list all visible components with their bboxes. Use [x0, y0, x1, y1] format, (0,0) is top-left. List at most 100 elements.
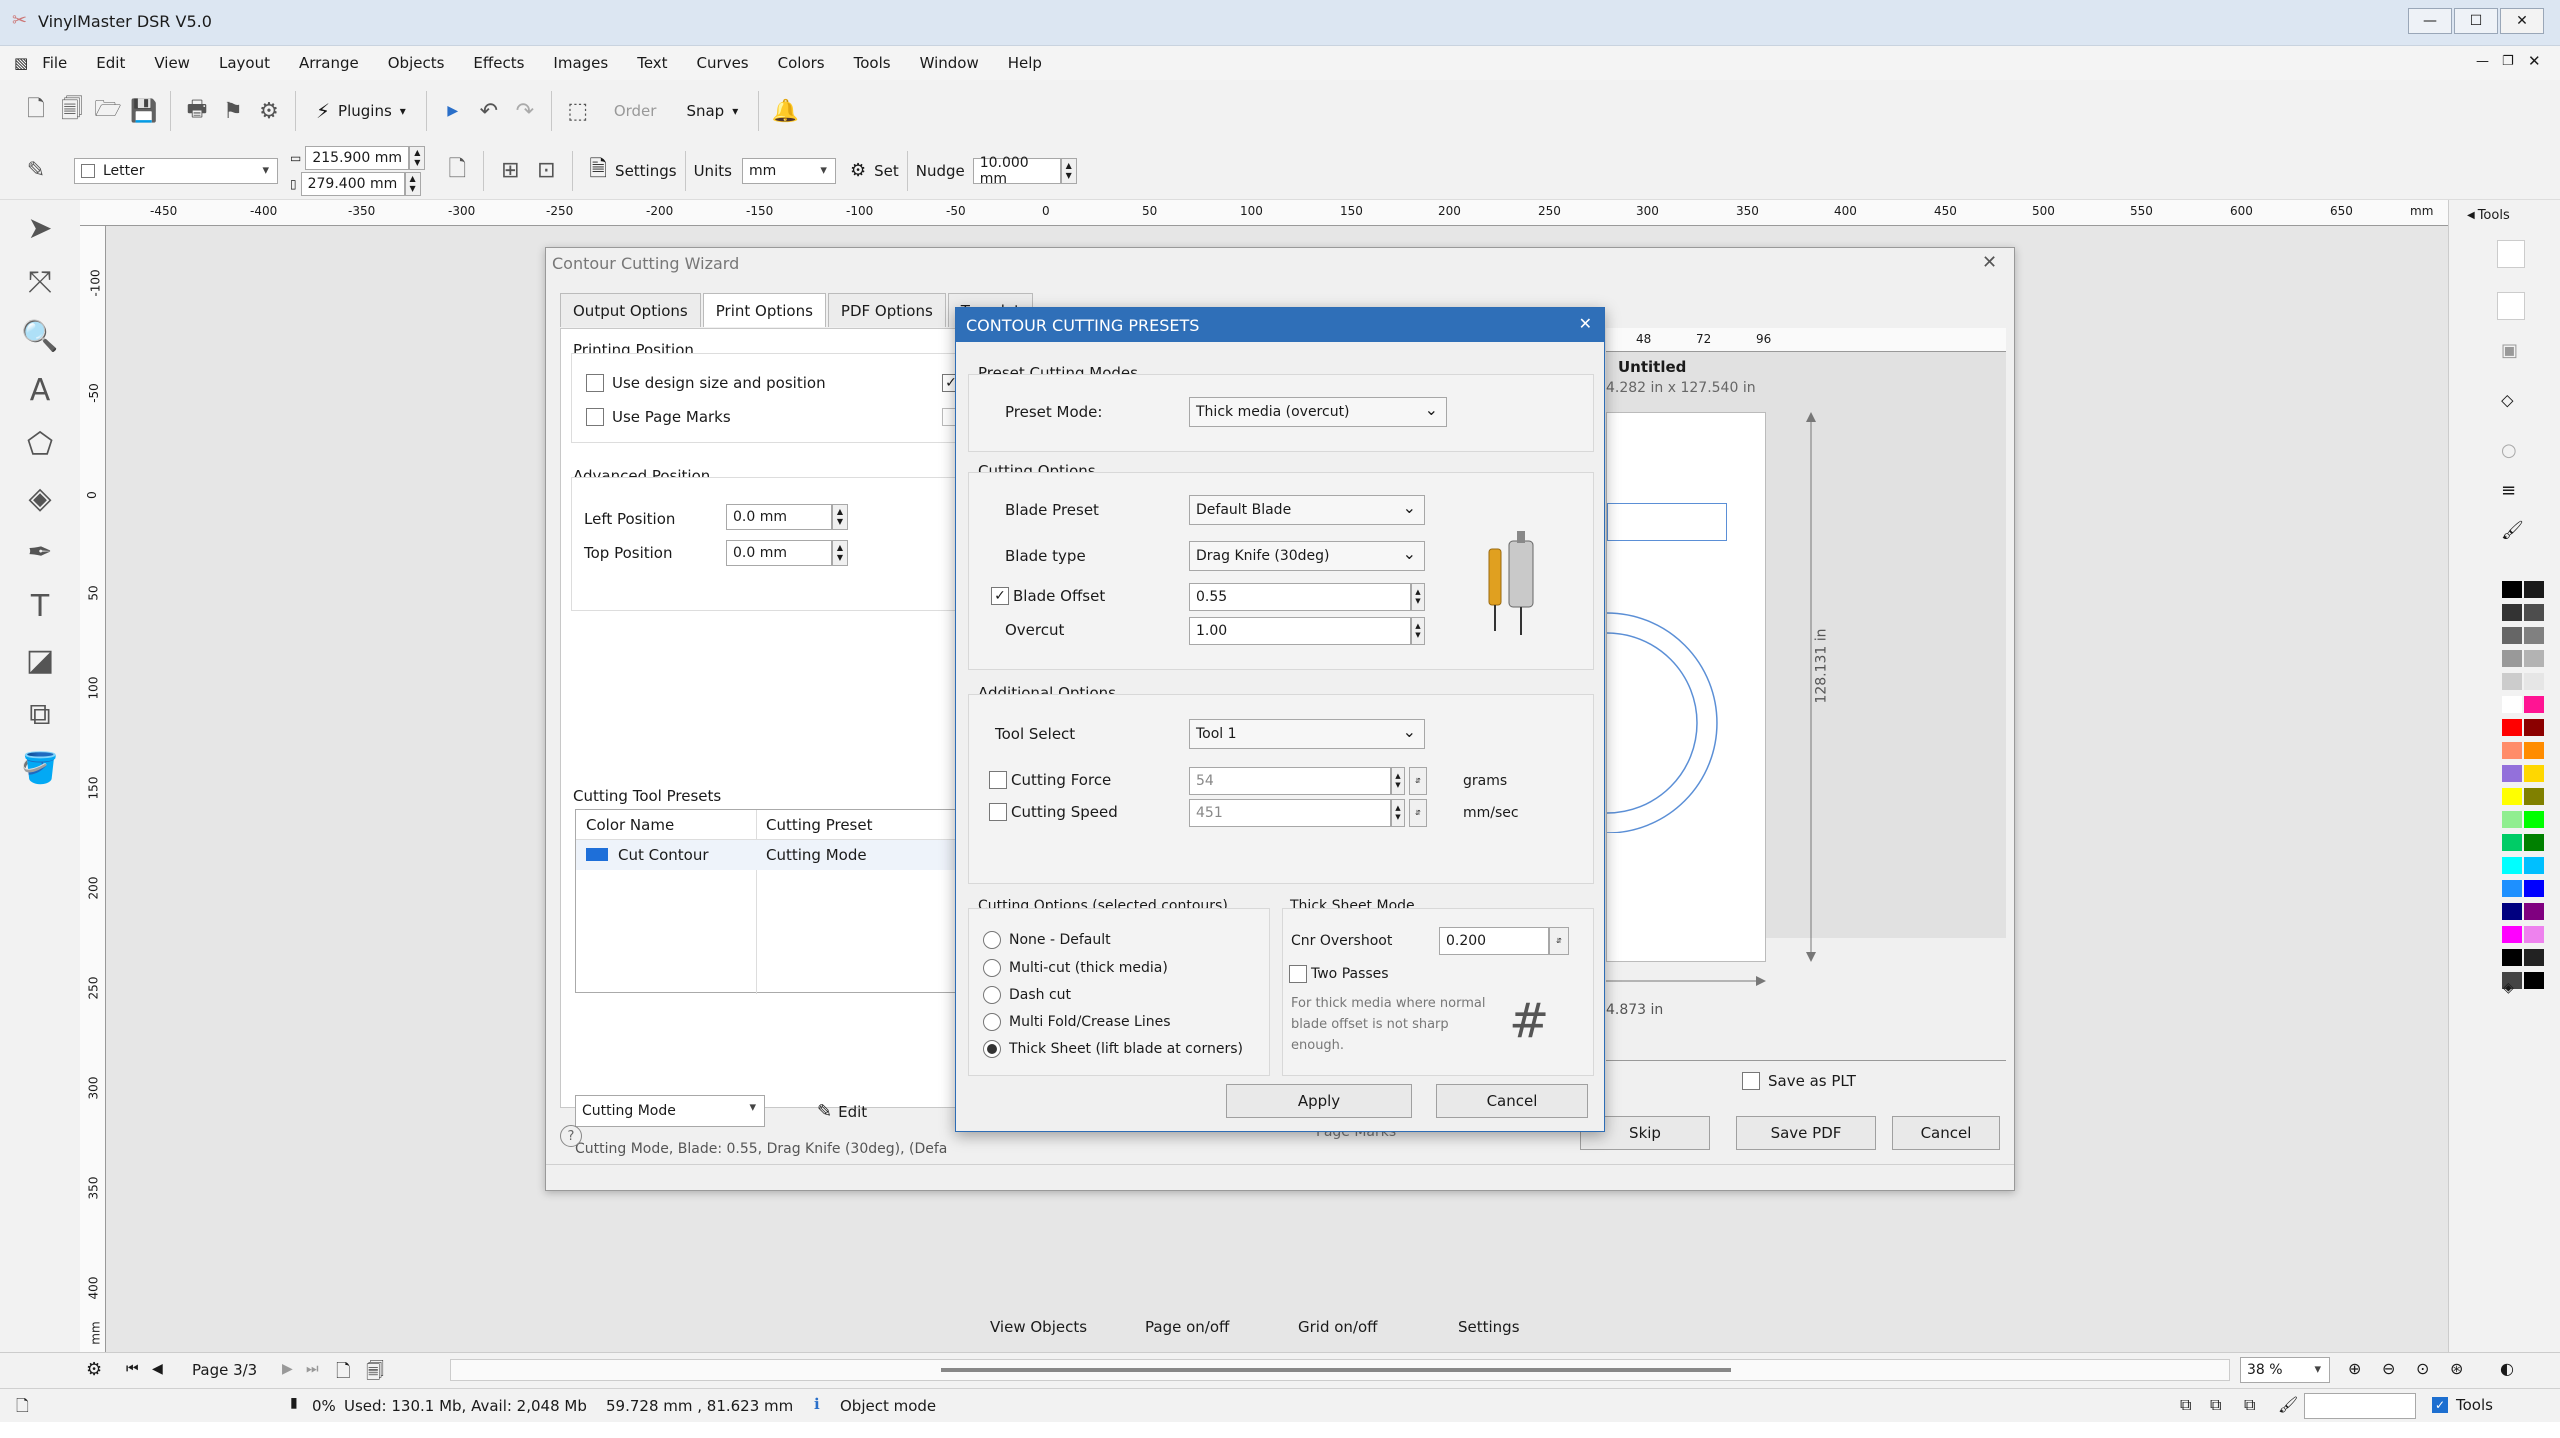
status-field[interactable] — [2304, 1393, 2416, 1419]
snap-button[interactable]: Snap ▾ — [686, 102, 738, 120]
zoom-in-icon[interactable]: ⊕ — [2348, 1359, 2361, 1378]
type-tool-icon[interactable]: T — [22, 588, 58, 624]
maximize-button[interactable]: ☐ — [2454, 8, 2498, 34]
tab-pdf-options[interactable]: PDF Options — [827, 293, 946, 327]
ungroup-icon[interactable]: ⧉ — [2210, 1395, 2221, 1415]
doc-minimize-icon[interactable]: — — [2476, 54, 2489, 69]
use-design-option[interactable]: Use design size and position — [586, 374, 826, 392]
palette-swatch[interactable] — [2524, 788, 2544, 805]
save-plt-checkbox[interactable] — [1742, 1072, 1760, 1090]
cutting-speed-spinner[interactable]: ▲ ▼ — [1391, 799, 1405, 827]
menu-effects[interactable]: Effects — [473, 54, 524, 72]
minimize-button[interactable]: — — [2408, 8, 2452, 34]
radio-multi-cut[interactable] — [983, 959, 1001, 977]
option-thick-sheet[interactable]: Thick Sheet (lift blade at corners) — [983, 1040, 1243, 1058]
palette-swatch[interactable] — [2502, 581, 2522, 598]
palette-swatch[interactable] — [2502, 857, 2522, 874]
width-spinner[interactable]: ▲ ▼ — [409, 145, 426, 170]
tab-output-options[interactable]: Output Options — [560, 293, 701, 327]
overshoot-spinner[interactable]: ⇵ — [1549, 927, 1569, 955]
new-file-icon[interactable]: 🗋 — [18, 93, 54, 129]
option-dash-cut[interactable]: Dash cut — [983, 986, 1071, 1004]
palette-swatch[interactable] — [2524, 673, 2544, 690]
overcut-spinner[interactable]: ▲ ▼ — [1411, 617, 1425, 645]
cutting-force-step-icon[interactable]: ⇵ — [1409, 767, 1427, 795]
doc-close-icon[interactable]: ✕ — [2528, 52, 2541, 70]
menu-file[interactable]: File — [42, 54, 67, 72]
save-pdf-button[interactable]: Save PDF — [1736, 1116, 1876, 1150]
left-position-spinner[interactable]: ▲ ▼ — [832, 504, 848, 530]
panel-circle-icon[interactable]: ○ — [2501, 440, 2517, 461]
page-width-field[interactable]: 215.900 mm — [305, 145, 410, 170]
zoom-select[interactable]: 38 % — [2240, 1357, 2330, 1383]
palette-swatch[interactable] — [2502, 604, 2522, 621]
wizard-close-icon[interactable]: ✕ — [1982, 252, 1997, 273]
distort-tool-icon[interactable]: ◪ — [22, 642, 58, 678]
first-page-icon[interactable]: ⏮ — [126, 1361, 139, 1377]
cutting-force-option[interactable]: Cutting Force — [989, 771, 1111, 789]
cutting-speed-option[interactable]: Cutting Speed — [989, 803, 1118, 821]
paint-icon[interactable]: 🖌 — [2278, 1395, 2298, 1414]
palette-swatch[interactable] — [2524, 926, 2544, 943]
output-icon[interactable]: ⚙ — [251, 93, 287, 129]
palette-swatch[interactable] — [2524, 765, 2544, 782]
menu-tools[interactable]: Tools — [854, 54, 891, 72]
pick-tool-icon[interactable]: ✎ — [18, 153, 54, 189]
radio-thick-sheet[interactable] — [983, 1040, 1001, 1058]
palette-swatch[interactable] — [2524, 834, 2544, 851]
grid-toggle-button[interactable]: Grid on/off — [1298, 1318, 1378, 1336]
top-position-field[interactable]: 0.0 mm — [726, 540, 832, 566]
palette-swatch[interactable] — [2524, 742, 2544, 759]
cutting-force-field[interactable]: 54 — [1189, 767, 1391, 795]
doc-restore-icon[interactable]: ❐ — [2502, 54, 2514, 69]
blade-offset-option[interactable]: ✓ Blade Offset — [991, 587, 1105, 605]
page-height-field[interactable]: 279.400 mm — [300, 171, 405, 196]
tab-print-options[interactable]: Print Options — [702, 293, 826, 327]
pointer-tool-icon[interactable]: ➤ — [22, 210, 58, 246]
overcut-field[interactable]: 1.00 — [1189, 617, 1411, 645]
open-file-icon[interactable]: 🗁 — [90, 93, 126, 129]
radio-dash-cut[interactable] — [983, 986, 1001, 1004]
order-button[interactable]: Order — [614, 102, 657, 120]
cutting-speed-step-icon[interactable]: ⇵ — [1409, 799, 1427, 827]
cut-plot-icon[interactable]: ⚑ — [215, 93, 251, 129]
undo-icon[interactable]: ↶ — [471, 93, 507, 129]
palette-swatch[interactable] — [2502, 834, 2522, 851]
last-page-icon[interactable]: ⏭ — [306, 1361, 319, 1377]
menu-curves[interactable]: Curves — [697, 54, 749, 72]
palette-options-icon[interactable]: ◈ — [2503, 980, 2514, 996]
cutting-mode-select[interactable]: Cutting Mode — [575, 1095, 765, 1127]
option-multi-fold[interactable]: Multi Fold/Crease Lines — [983, 1013, 1171, 1031]
palette-swatch[interactable] — [2502, 719, 2522, 736]
use-page-marks-option[interactable]: Use Page Marks — [586, 408, 731, 426]
option-none-default[interactable]: None - Default — [983, 931, 1111, 949]
pen-tool-icon[interactable]: ✒ — [22, 534, 58, 570]
radio-none-default[interactable] — [983, 931, 1001, 949]
add-page-icon[interactable]: 🗋 — [336, 1359, 350, 1389]
menu-objects[interactable]: Objects — [388, 54, 445, 72]
use-page-marks-checkbox[interactable] — [586, 408, 604, 426]
node-edit-tool-icon[interactable]: ⤧ — [22, 264, 58, 300]
panel-layer-icon[interactable] — [2497, 292, 2525, 320]
palette-swatch[interactable] — [2524, 581, 2544, 598]
group-icon[interactable]: ⧉ — [2180, 1395, 2191, 1415]
zoom-page-icon[interactable]: ⊛ — [2450, 1359, 2463, 1378]
tools-panel-tab[interactable]: ◀ Tools — [2467, 208, 2510, 223]
palette-swatch[interactable] — [2524, 949, 2544, 966]
select-objects-icon[interactable]: ⬚ — [560, 93, 596, 129]
presets-close-icon[interactable]: ✕ — [1579, 314, 1592, 333]
prev-page-icon[interactable]: ◀ — [152, 1361, 163, 1377]
palette-swatch[interactable] — [2502, 811, 2522, 828]
palette-swatch[interactable] — [2502, 627, 2522, 644]
play-icon[interactable]: ▶ — [435, 93, 471, 129]
color-fill-icon[interactable]: ◐ — [2500, 1359, 2514, 1378]
palette-swatch[interactable] — [2524, 972, 2544, 989]
zoom-tool-icon[interactable]: 🔍 — [21, 318, 58, 354]
blade-preset-select[interactable]: Default Blade — [1189, 495, 1425, 525]
blade-offset-checkbox[interactable]: ✓ — [991, 587, 1009, 605]
palette-swatch[interactable] — [2502, 673, 2522, 690]
edit-preset-button[interactable]: ✎ Edit — [817, 1101, 867, 1122]
menu-text[interactable]: Text — [637, 54, 667, 72]
cutting-speed-checkbox[interactable] — [989, 803, 1007, 821]
cutting-speed-field[interactable]: 451 — [1189, 799, 1391, 827]
